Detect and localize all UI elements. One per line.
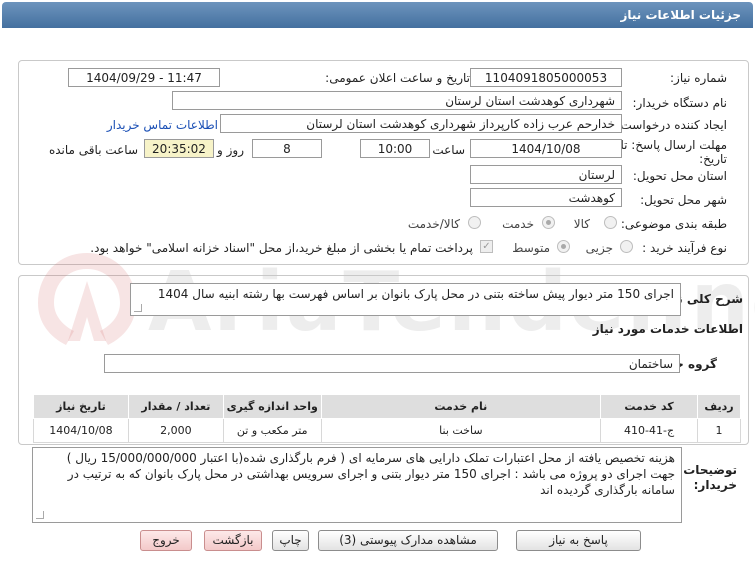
days-field: 8 [252, 139, 322, 158]
city-label: شهر محل تحویل: [640, 193, 727, 207]
general-desc-text: اجرای 150 متر دیوار پیش ساخته بتنی در مح… [157, 287, 674, 301]
table-header-row: تاریخ نیاز تعداد / مقدار واحد اندازه گیر… [33, 394, 742, 419]
treasury-payment-checkbox[interactable]: ✓ [480, 240, 493, 253]
cell-date: 1404/10/08 [33, 418, 129, 443]
reply-deadline-label: مهلت ارسال پاسخ: تا [620, 138, 727, 152]
cell-quantity: 2,000 [127, 418, 224, 443]
remaining-label: ساعت باقی مانده [48, 143, 138, 157]
province-label: استان محل تحویل: [632, 169, 727, 183]
buyer-notes-label-2: خریدار: [693, 478, 737, 492]
category-goods-radio[interactable] [604, 216, 617, 229]
reply-button[interactable]: پاسخ به نیاز [516, 530, 641, 551]
window-title: جزئیات اطلاعات نیاز [2, 2, 753, 28]
cell-unit: متر مکعب و تن [222, 418, 322, 443]
category-goods-service-radio[interactable] [468, 216, 481, 229]
remaining-time-field: 20:35:02 [144, 139, 214, 158]
need-number-field: 1104091805000053 [470, 68, 622, 87]
need-number-label: شماره نیاز: [670, 71, 727, 85]
col-service-code: کد خدمت [600, 394, 698, 419]
print-button[interactable]: چاپ [272, 530, 309, 551]
view-documents-button[interactable]: مشاهده مدارک پیوستی (3) [318, 530, 498, 551]
category-service-radio[interactable] [542, 216, 555, 229]
buyer-notes-text: هزینه تخصیص یافته از محل اعتبارات تملک د… [66, 451, 675, 497]
service-group-field: ساختمان [104, 354, 680, 373]
deadline-time-field: 10:00 [360, 139, 430, 158]
time-label: ساعت [432, 143, 465, 157]
buyer-org-field: شهرداری کوهدشت استان لرستان [172, 91, 622, 110]
buyer-notes-field: هزینه تخصیص یافته از محل اعتبارات تملک د… [32, 447, 682, 523]
col-quantity: تعداد / مقدار [127, 394, 224, 419]
process-minor-radio[interactable] [620, 240, 633, 253]
buyer-contact-link[interactable]: اطلاعات تماس خریدار [107, 118, 218, 132]
back-button[interactable]: بازگشت [204, 530, 262, 551]
resize-handle[interactable] [36, 511, 44, 519]
general-desc-field: اجرای 150 متر دیوار پیش ساخته بتنی در مح… [130, 283, 681, 316]
cell-service-name: ساخت بنا [320, 418, 602, 443]
resize-handle[interactable] [134, 304, 142, 312]
requester-label: ایجاد کننده درخواست: [616, 118, 727, 132]
treasury-payment-note: پرداخت تمام یا بخشی از مبلغ خرید،از محل … [90, 241, 473, 255]
services-info-heading: اطلاعات خدمات مورد نیاز [592, 322, 743, 336]
col-date: تاریخ نیاز [33, 394, 129, 419]
days-and-label: روز و [217, 143, 244, 157]
category-goods-label: کالا [573, 217, 590, 231]
category-goods-service-label: کالا/خدمت [407, 217, 460, 231]
process-minor-label: جزیی [585, 241, 613, 255]
process-medium-label: متوسط [512, 241, 550, 255]
services-table: تاریخ نیاز تعداد / مقدار واحد اندازه گیر… [33, 394, 742, 443]
col-row: ردیف [696, 394, 742, 419]
announce-datetime-field: 1404/09/29 - 11:47 [68, 68, 220, 87]
process-medium-radio[interactable] [557, 240, 570, 253]
cell-service-code: ج-41-410 [600, 418, 698, 443]
category-service-label: خدمت [502, 217, 534, 231]
province-field: لرستان [470, 165, 622, 184]
table-row[interactable]: 1404/10/08 2,000 متر مکعب و تن ساخت بنا … [33, 418, 742, 443]
category-label: طبقه بندی موضوعی: [620, 217, 727, 231]
process-type-label: نوع فرآیند خرید : [642, 241, 727, 255]
buyer-notes-label: توضیحات [683, 463, 737, 477]
city-field: کوهدشت [470, 188, 622, 207]
requester-field: خدارحم عرب زاده کارپرداز شهرداری کوهدشت … [220, 114, 622, 133]
cell-row: 1 [696, 418, 742, 443]
buyer-org-label: نام دستگاه خریدار: [632, 96, 728, 110]
reply-deadline-label-2: تاریخ: [699, 152, 727, 166]
announce-datetime-label: تاریخ و ساعت اعلان عمومی: [325, 71, 470, 85]
col-service-name: نام خدمت [320, 394, 602, 419]
col-unit: واحد اندازه گیری [222, 394, 322, 419]
exit-button[interactable]: خروج [140, 530, 192, 551]
deadline-date-field: 1404/10/08 [470, 139, 622, 158]
